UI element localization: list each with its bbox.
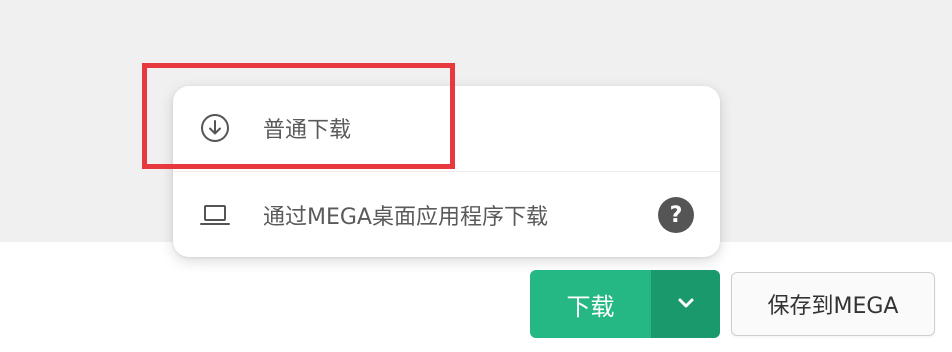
download-options-menu: 普通下载 通过MEGA桌面应用程序下载 ? — [173, 86, 720, 257]
download-button-group: 下载 — [530, 270, 720, 338]
menu-item-desktop-app-download[interactable]: 通过MEGA桌面应用程序下载 ? — [173, 173, 720, 257]
page: 普通下载 通过MEGA桌面应用程序下载 ? 下载 保存到MEGA — [0, 0, 952, 352]
save-to-mega-button[interactable]: 保存到MEGA — [731, 272, 935, 336]
menu-divider — [173, 171, 720, 172]
download-options-toggle[interactable] — [651, 270, 720, 338]
chevron-down-icon — [676, 295, 696, 314]
menu-item-label: 普通下载 — [263, 118, 352, 143]
menu-item-label: 通过MEGA桌面应用程序下载 — [263, 205, 548, 230]
download-button[interactable]: 下载 — [530, 270, 651, 338]
menu-item-standard-download[interactable]: 普通下载 — [173, 86, 720, 170]
download-circle-icon — [199, 112, 231, 144]
help-icon[interactable]: ? — [658, 197, 694, 233]
laptop-icon — [199, 199, 231, 231]
